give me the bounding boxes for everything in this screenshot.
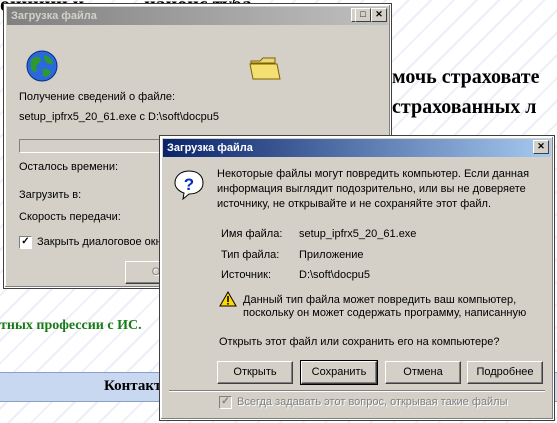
bg-green-text: тных профессии с ИС. [0,318,142,333]
getting-info-label: Получение сведений о файле: [19,91,176,103]
download-window-title: Загрузка файла [11,10,97,22]
security-dialog-title: Загрузка файла [167,142,253,154]
caution-text-line-1: Данный тип файла может повредить ваш ком… [243,294,517,306]
svg-text:?: ? [184,175,194,194]
folder-icon [249,55,281,84]
file-download-security-dialog: Загрузка файла ✕ ? Некоторые файлы могут… [159,135,555,421]
question-icon: ? [173,169,205,204]
bg-text-line-3: страхованных л [392,96,537,118]
dialog-separator [169,390,545,392]
security-dialog-titlebar[interactable]: Загрузка файла [163,139,551,157]
source-value: D:\soft\docpu5 [299,269,370,281]
time-left-label: Осталось времени: [19,161,119,173]
close-dialog-checkbox-label: Закрыть диалоговое окно [37,236,168,248]
warning-icon [219,290,237,310]
file-name-value: setup_ipfrx5_20_61.exe [299,228,417,240]
open-or-save-question: Открыть этот файл или сохранить его на к… [219,336,500,348]
more-info-button[interactable]: Подробнее [467,361,543,384]
file-name-label: Имя файла: [221,228,283,240]
download-window-titlebar[interactable]: Загрузка файла [7,7,388,25]
warning-text-line-2: информация выглядит подозрительно, или в… [217,183,526,195]
bg-text-line-2: мочь страховате [392,66,540,88]
always-ask-label: Всегда задавать этот вопрос, открывая та… [237,396,508,408]
caution-text-line-2: поскольку он может содержать программу, … [243,307,527,319]
close-dialog-checkbox[interactable]: ✓ [19,236,32,249]
warning-text-line-1: Некоторые файлы могут повредить компьюте… [217,168,530,180]
source-label: Источник: [221,269,272,281]
close-button[interactable]: ✕ [371,8,387,22]
download-to-label: Загрузить в: [19,189,82,201]
open-button[interactable]: Открыть [217,361,293,384]
file-type-value: Приложение [299,249,364,261]
cancel-button[interactable]: Отмена [385,361,461,384]
speed-label: Скорость передачи: [19,211,121,223]
warning-text-line-3: источнику, не открывайте и не сохраняйте… [217,198,492,210]
globe-icon [25,49,59,86]
always-ask-checkbox[interactable]: ✓ [219,396,232,409]
download-file-line: setup_ipfrx5_20_61.exe с D:\soft\docpu5 [19,111,219,123]
maximize-button[interactable]: □ [355,8,371,22]
dialog-close-button[interactable]: ✕ [533,140,549,154]
bg-contact-link[interactable]: Контакт [104,378,161,395]
save-button[interactable]: Сохранить [300,360,378,385]
file-type-label: Тип файла: [221,249,280,261]
